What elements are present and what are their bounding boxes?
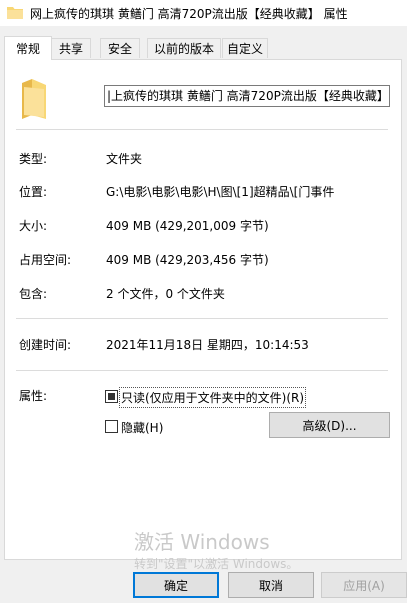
type-value: 文件夹	[106, 152, 143, 166]
tab-strip: 常规 共享 安全 以前的版本 自定义	[0, 36, 407, 60]
advanced-button[interactable]: 高级(D)...	[269, 412, 390, 438]
divider	[16, 318, 388, 319]
location-value: G:\电影\电影\电影\H\图\[1]超精品\[门事件	[106, 185, 335, 199]
attributes-label: 属性:	[19, 389, 48, 403]
large-folder-icon	[22, 79, 46, 119]
cancel-button[interactable]: 取消	[228, 572, 314, 598]
readonly-checkbox[interactable]	[105, 390, 118, 403]
folder-icon	[7, 7, 23, 19]
window-title: 网上疯传的琪琪 黄鳝门 高清720P流出版【经典收藏】 属性	[30, 7, 348, 21]
size-label: 大小:	[19, 219, 48, 233]
activation-watermark-subtitle: 转到"设置"以激活 Windows。	[134, 557, 299, 571]
tab-general[interactable]: 常规	[4, 36, 52, 60]
activation-watermark-title: 激活 Windows	[134, 530, 270, 554]
folder-name-input[interactable]: |上疯传的琪琪 黄鳝门 高清720P流出版【经典收藏】	[104, 85, 390, 107]
created-label: 创建时间:	[19, 338, 72, 352]
readonly-checkbox-label[interactable]: 只读(仅应用于文件夹中的文件)(R)	[118, 387, 307, 408]
tab-security[interactable]: 安全	[100, 38, 140, 58]
tab-customize[interactable]: 自定义	[222, 38, 268, 58]
size-value: 409 MB (429,201,009 字节)	[106, 219, 269, 233]
disk-size-value: 409 MB (429,203,456 字节)	[106, 253, 269, 267]
created-value: 2021年11月18日 星期四，10:14:53	[106, 338, 309, 352]
ok-button[interactable]: 确定	[133, 572, 219, 598]
contains-value: 2 个文件，0 个文件夹	[106, 287, 225, 301]
type-label: 类型:	[19, 152, 48, 166]
location-label: 位置:	[19, 185, 48, 199]
divider	[16, 129, 388, 130]
disk-size-label: 占用空间:	[19, 253, 72, 267]
hidden-checkbox[interactable]	[105, 420, 118, 433]
divider	[16, 370, 388, 371]
tab-sharing[interactable]: 共享	[51, 38, 91, 58]
tab-previous-versions[interactable]: 以前的版本	[147, 38, 221, 58]
hidden-checkbox-label[interactable]: 隐藏(H)	[121, 419, 163, 436]
general-panel	[4, 59, 402, 560]
contains-label: 包含:	[19, 287, 48, 301]
apply-button[interactable]: 应用(A)	[321, 572, 407, 598]
title-bar: 网上疯传的琪琪 黄鳝门 高清720P流出版【经典收藏】 属性	[0, 0, 407, 26]
